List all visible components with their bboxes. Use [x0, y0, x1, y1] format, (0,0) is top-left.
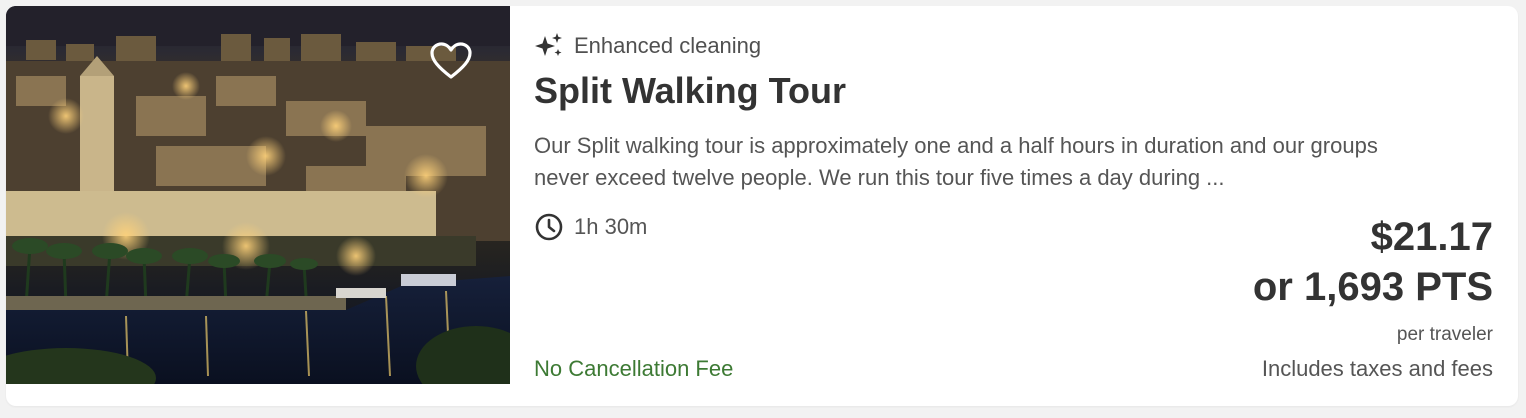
tour-title[interactable]: Split Walking Tour	[534, 70, 846, 112]
tour-description: Our Split walking tour is approximately …	[534, 133, 1378, 190]
taxes-note: Includes taxes and fees	[1261, 356, 1493, 381]
badge-label: Enhanced cleaning	[574, 33, 762, 58]
favorite-button[interactable]	[430, 42, 478, 90]
tour-photo[interactable]	[6, 6, 510, 384]
listing-details: Enhanced cleaning Split Walking Tour Our…	[534, 6, 1518, 406]
clock-icon	[535, 213, 563, 241]
heart-outline-icon	[430, 42, 472, 79]
price-amount: $21.17	[1370, 215, 1493, 259]
price-unit: per traveler	[1396, 324, 1493, 345]
price-block: $21.17 or 1,693 PTS	[1253, 212, 1493, 312]
sparkles-icon	[535, 33, 562, 56]
enhanced-cleaning-badge: Enhanced cleaning	[534, 32, 761, 60]
activity-card[interactable]: Enhanced cleaning Split Walking Tour Our…	[6, 6, 1518, 406]
cancellation-policy: No Cancellation Fee	[534, 356, 734, 381]
duration-value: 1h 30m	[574, 214, 648, 239]
price-points: or 1,693 PTS	[1252, 265, 1493, 309]
duration: 1h 30m	[534, 212, 647, 242]
